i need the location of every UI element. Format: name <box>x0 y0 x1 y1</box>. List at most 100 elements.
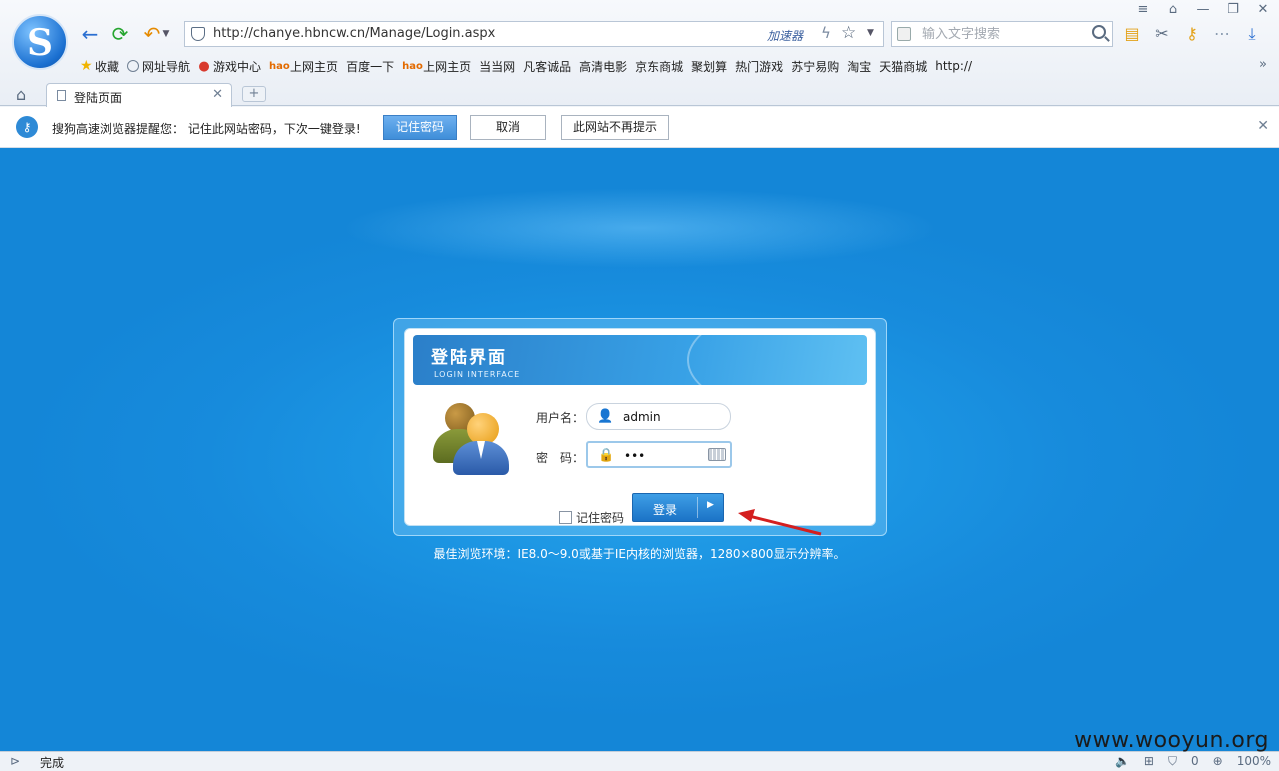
blocked-count: 0 <box>1190 754 1199 768</box>
game-icon: ● <box>198 58 210 74</box>
bookmark-item[interactable]: 聚划算 <box>78 57 733 217</box>
bookmark-item[interactable]: ★ 收藏 <box>78 57 125 75</box>
accelerator-label[interactable]: 加速器 <box>767 27 803 44</box>
volume-icon[interactable]: 🔈 <box>1115 754 1130 769</box>
close-window-icon[interactable]: ✕ <box>1255 2 1271 17</box>
annotation-arrow-head <box>738 509 755 522</box>
minimize-icon[interactable]: — <box>1195 2 1211 17</box>
back-arrow-icon[interactable]: ← <box>78 22 102 46</box>
sidebar-toggle-icon[interactable]: ⊳ <box>10 754 20 768</box>
new-tab-button[interactable]: + <box>242 86 266 102</box>
bookmark-item[interactable]: 淘宝 <box>78 57 877 217</box>
menu-icon[interactable]: ≡ <box>1135 2 1151 17</box>
bookmark-item[interactable]: 凡客诚品 <box>78 57 577 217</box>
url-text[interactable]: http://chanye.hbncw.cn/Manage/Login.aspx <box>213 26 495 41</box>
soft-keyboard-icon[interactable] <box>708 448 726 461</box>
login-header: 登陆界面 LOGIN INTERFACE <box>413 335 867 385</box>
toolbox-icon[interactable]: ⊞ <box>1144 754 1154 769</box>
remember-password[interactable]: 记住密码 <box>559 509 624 526</box>
toolbar-tools: ▤ ✂ ⚷ ⋯ ⤓ <box>1122 24 1262 44</box>
sidebar-icon[interactable]: ▤ <box>1122 24 1142 44</box>
zoom-level[interactable]: 100% <box>1237 754 1271 769</box>
bookmark-item[interactable]: 京东商城 <box>78 57 689 217</box>
undo-dropdown-icon[interactable]: ▼ <box>160 22 172 46</box>
status-tools: 🔈 ⊞ ⛉ 0 ⊕ 100% <box>1115 754 1271 769</box>
bookmark-item[interactable]: 高清电影 <box>78 57 633 217</box>
save-password-button[interactable]: 记住密码 <box>383 115 457 140</box>
restore-icon[interactable]: ❐ <box>1225 2 1241 17</box>
bookmark-item[interactable]: 当当网 <box>78 57 521 217</box>
close-tab-icon[interactable]: ✕ <box>212 87 223 102</box>
login-button-label: 登录 <box>652 503 677 517</box>
search-box <box>891 21 1113 47</box>
annotation-arrow-line <box>748 514 822 536</box>
download-icon[interactable]: ⤓ <box>1242 24 1262 44</box>
bookmark-item[interactable]: 热门游戏 <box>78 57 789 217</box>
adblock-icon[interactable]: ⛉ <box>1168 754 1177 769</box>
home-icon[interactable]: ⌂ <box>16 85 26 104</box>
login-title: 登陆界面 <box>431 348 507 368</box>
play-arrow-icon: ▶ <box>707 500 714 510</box>
search-engine-icon[interactable] <box>897 27 911 41</box>
page-icon <box>57 90 66 101</box>
close-notification-icon[interactable]: ✕ <box>1257 118 1269 134</box>
window-controls: ≡ ⌂ — ❐ ✕ <box>1135 2 1271 17</box>
key-icon[interactable]: ⚷ <box>1182 24 1202 44</box>
bookmark-item[interactable]: 苏宁易购 <box>78 57 845 217</box>
bookmark-item[interactable]: 网址导航 <box>125 57 196 75</box>
never-for-site-button[interactable]: 此网站不再提示 <box>561 115 669 140</box>
remember-checkbox[interactable] <box>559 511 572 524</box>
password-field[interactable]: 🔒 <box>586 441 732 468</box>
browser-chrome: S ≡ ⌂ — ❐ ✕ ← ⟳ ↶ ▼ http://chanye.hbncw.… <box>0 0 1279 217</box>
login-frame: 登陆界面 LOGIN INTERFACE 用户名： 👤 密 码： 🔒 <box>393 318 887 536</box>
bookmarks-overflow-icon[interactable]: » <box>1259 57 1267 72</box>
sogou-logo[interactable]: S <box>12 14 68 70</box>
bookmark-item[interactable]: hao 上网主页 <box>267 57 344 75</box>
favorite-star-icon[interactable]: ☆ <box>841 23 856 43</box>
status-text: 完成 <box>40 756 65 770</box>
tab-login-page[interactable]: 登陆页面 ✕ <box>46 83 232 107</box>
refresh-icon[interactable]: ⟳ <box>108 22 132 46</box>
tab-strip: ⌂ 登陆页面 ✕ + <box>0 82 1279 107</box>
bookmarks-bar: ★ 收藏 网址导航 ● 游戏中心 hao 上网主页 百度一下 hao 上网主页 当当网 … <box>78 57 978 217</box>
remember-label: 记住密码 <box>576 511 625 525</box>
zoom-icon[interactable]: ⊕ <box>1213 754 1223 769</box>
hao-icon: hao <box>402 60 423 72</box>
login-button[interactable]: 登录 ▶ <box>632 493 724 522</box>
password-label: 密 码： <box>536 451 585 465</box>
login-subtitle: LOGIN INTERFACE <box>434 370 521 379</box>
notification-message: 搜狗高速浏览器提醒您： 记住此网站密码，下次一键登录! <box>52 122 361 136</box>
screenshot-scissors-icon[interactable]: ✂ <box>1152 24 1172 44</box>
search-input[interactable] <box>922 24 1082 44</box>
bookmark-item[interactable]: 天猫商城 <box>78 57 933 217</box>
background-glow <box>340 188 940 268</box>
header-swoosh <box>687 335 867 385</box>
status-bar: ⊳ 完成 🔈 ⊞ ⛉ 0 ⊕ 100% <box>0 751 1279 771</box>
password-save-notification: ⚷ 搜狗高速浏览器提醒您： 记住此网站密码，下次一键登录! 记住密码 取消 此网… <box>0 107 1279 148</box>
address-dropdown-icon[interactable]: ▼ <box>867 28 874 38</box>
browser-recommendation-note: 最佳浏览环境：IE8.0～9.0或基于IE内核的浏览器，1280×800显示分辨… <box>433 547 846 561</box>
username-input[interactable] <box>623 407 713 426</box>
security-shield-icon <box>191 27 205 41</box>
address-bar[interactable]: http://chanye.hbncw.cn/Manage/Login.aspx… <box>184 21 884 47</box>
cancel-button[interactable]: 取消 <box>470 115 546 140</box>
bookmark-item[interactable]: http:// <box>78 57 978 217</box>
tab-title: 登陆页面 <box>74 91 123 105</box>
password-input[interactable] <box>624 446 714 465</box>
watermark: www.wooyun.org <box>1074 728 1269 753</box>
annotation-arrow <box>738 509 822 536</box>
hao-icon: hao <box>269 60 290 72</box>
bookmark-item[interactable]: hao 上网主页 <box>400 57 477 75</box>
user-icon: 👤 <box>597 409 614 424</box>
more-icon[interactable]: ⋯ <box>1212 24 1232 44</box>
bookmark-item[interactable]: 百度一下 <box>78 57 400 217</box>
search-icon[interactable] <box>1092 25 1106 39</box>
globe-icon <box>127 60 140 72</box>
login-box: 登陆界面 LOGIN INTERFACE 用户名： 👤 密 码： 🔒 <box>404 328 876 526</box>
skin-icon[interactable]: ⌂ <box>1165 2 1181 17</box>
bookmark-item[interactable]: ● 游戏中心 <box>196 57 267 75</box>
key-icon: ⚷ <box>16 116 38 138</box>
lock-icon: 🔒 <box>598 448 615 463</box>
username-field[interactable]: 👤 <box>586 403 731 430</box>
lightning-icon[interactable]: ϟ <box>821 24 831 42</box>
